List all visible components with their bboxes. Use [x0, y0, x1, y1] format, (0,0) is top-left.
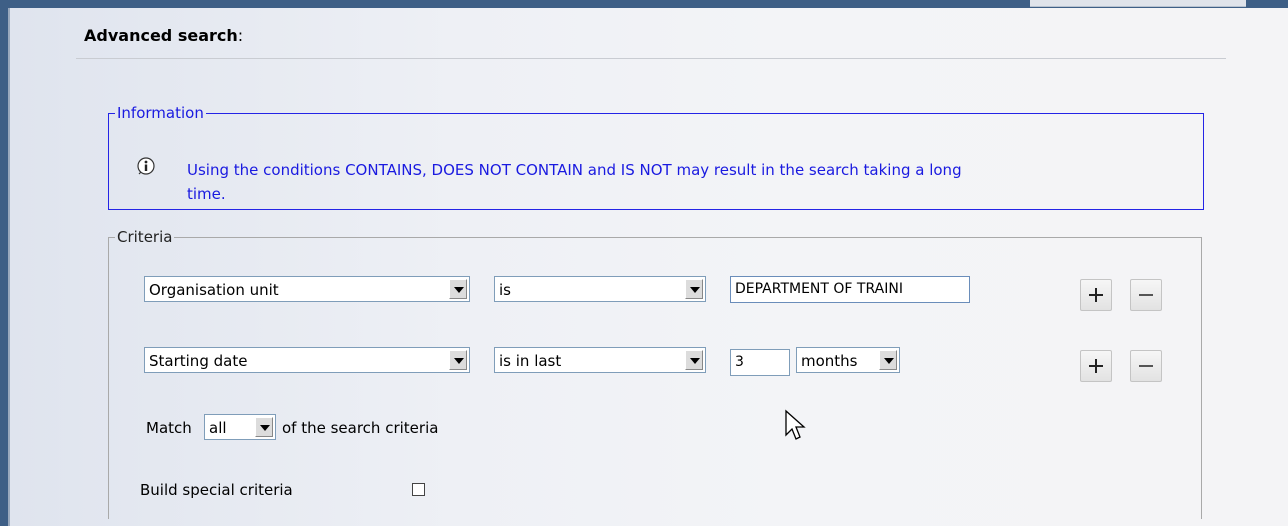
criteria-legend: Criteria	[117, 228, 173, 246]
add-criterion-button[interactable]	[1080, 350, 1112, 382]
mouse-cursor-icon	[785, 409, 806, 440]
field-select-row1[interactable]: Organisation unit	[144, 276, 470, 302]
unit-select-value: months	[801, 352, 858, 370]
special-criteria-label: Build special criteria	[140, 481, 293, 499]
condition-select-row1[interactable]: is	[494, 276, 706, 302]
unit-select-row2[interactable]: months	[796, 347, 900, 373]
match-suffix-label: of the search criteria	[282, 419, 439, 437]
value-input-row2[interactable]: 3	[730, 349, 790, 376]
add-criterion-button[interactable]	[1080, 279, 1112, 311]
field-select-row2[interactable]: Starting date	[144, 347, 470, 373]
criteria-box: Criteria	[108, 228, 1202, 519]
information-message: Using the conditions CONTAINS, DOES NOT …	[187, 161, 962, 203]
chevron-down-icon[interactable]	[685, 279, 703, 299]
chevron-down-icon[interactable]	[879, 350, 897, 370]
chevron-down-icon[interactable]	[685, 350, 703, 370]
field-select-value: Organisation unit	[149, 281, 279, 299]
condition-select-row2[interactable]: is in last	[494, 347, 706, 373]
special-criteria-checkbox[interactable]	[412, 483, 425, 496]
information-box: Information Using the conditions CONTAIN…	[108, 104, 1204, 210]
chevron-down-icon[interactable]	[449, 350, 467, 370]
information-legend: Information	[117, 104, 204, 122]
top-strip	[1030, 0, 1246, 7]
remove-criterion-button[interactable]	[1130, 279, 1162, 311]
condition-select-value: is	[499, 281, 511, 299]
match-select[interactable]: all	[204, 414, 276, 440]
value-input-row1[interactable]: DEPARTMENT OF TRAINI	[730, 276, 970, 303]
chevron-down-icon[interactable]	[255, 417, 273, 437]
title-divider	[76, 58, 1226, 59]
condition-select-value: is in last	[499, 352, 562, 370]
info-icon	[137, 157, 155, 175]
field-select-value: Starting date	[149, 352, 248, 370]
page-title: Advanced search:	[84, 26, 244, 45]
chevron-down-icon[interactable]	[449, 279, 467, 299]
match-label: Match	[146, 419, 192, 437]
match-select-value: all	[209, 419, 227, 437]
remove-criterion-button[interactable]	[1130, 350, 1162, 382]
